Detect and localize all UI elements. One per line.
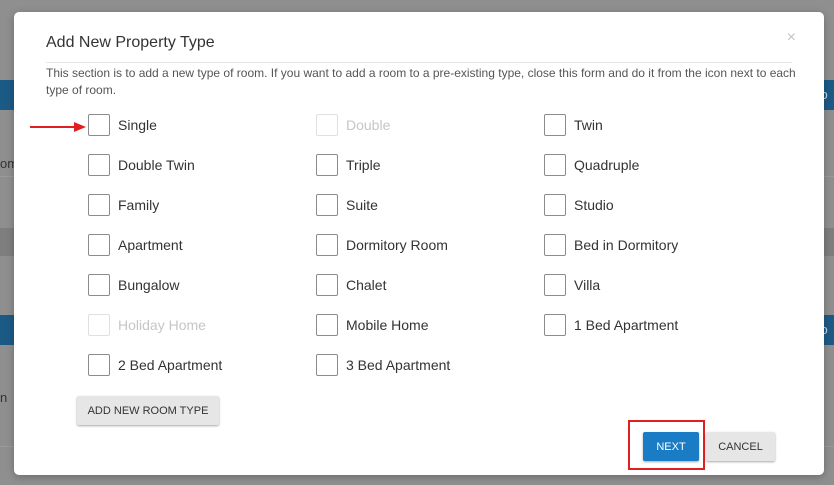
room-type-option-chalet[interactable]: Chalet: [316, 273, 544, 297]
room-type-option-single[interactable]: Single: [88, 113, 316, 137]
checkbox-double-twin[interactable]: [88, 154, 110, 176]
room-type-label: Triple: [346, 157, 381, 173]
room-type-option-bed-in-dormitory[interactable]: Bed in Dormitory: [544, 233, 772, 257]
room-type-label: Bed in Dormitory: [574, 237, 679, 253]
room-type-label: Apartment: [118, 237, 183, 253]
room-type-option-twin[interactable]: Twin: [544, 113, 772, 137]
room-type-label: Bungalow: [118, 277, 180, 293]
checkbox-studio[interactable]: [544, 194, 566, 216]
room-type-option-holiday-home: Holiday Home: [88, 313, 316, 337]
checkbox-apartment[interactable]: [88, 234, 110, 256]
checkbox-bed-in-dormitory[interactable]: [544, 234, 566, 256]
checkbox-dormitory-room[interactable]: [316, 234, 338, 256]
room-type-option-double: Double: [316, 113, 544, 137]
background-text-fragment: n: [0, 390, 8, 405]
modal-title: Add New Property Type: [46, 34, 215, 51]
close-icon[interactable]: ×: [787, 28, 796, 48]
checkbox-1-bed-apartment[interactable]: [544, 314, 566, 336]
background-blue-bar-left: [0, 80, 14, 110]
checkbox-single[interactable]: [88, 114, 110, 136]
room-type-option-family[interactable]: Family: [88, 193, 316, 217]
room-type-option-3-bed-apartment[interactable]: 3 Bed Apartment: [316, 353, 544, 377]
add-new-room-type-button[interactable]: ADD NEW ROOM TYPE: [77, 396, 219, 425]
room-type-label: Dormitory Room: [346, 237, 448, 253]
room-type-label: Chalet: [346, 277, 387, 293]
room-type-option-dormitory-room[interactable]: Dormitory Room: [316, 233, 544, 257]
next-button[interactable]: NEXT: [643, 432, 699, 461]
room-type-label: 3 Bed Apartment: [346, 357, 451, 373]
add-property-type-modal: Add New Property Type × This section is …: [14, 12, 824, 475]
room-type-option-apartment[interactable]: Apartment: [88, 233, 316, 257]
room-type-label: 2 Bed Apartment: [118, 357, 223, 373]
checkbox-family[interactable]: [88, 194, 110, 216]
checkbox-triple[interactable]: [316, 154, 338, 176]
checkbox-holiday-home: [88, 314, 110, 336]
checkbox-2-bed-apartment[interactable]: [88, 354, 110, 376]
background-blue-bar-left: [0, 315, 14, 345]
cancel-button[interactable]: CANCEL: [706, 432, 775, 461]
room-type-option-1-bed-apartment[interactable]: 1 Bed Apartment: [544, 313, 772, 337]
room-type-option-bungalow[interactable]: Bungalow: [88, 273, 316, 297]
checkbox-villa[interactable]: [544, 274, 566, 296]
room-type-grid: Single Double Twin Double Twin Triple Quadrup…: [88, 113, 808, 393]
room-type-option-mobile-home[interactable]: Mobile Home: [316, 313, 544, 337]
checkbox-3-bed-apartment[interactable]: [316, 354, 338, 376]
room-type-option-suite[interactable]: Suite: [316, 193, 544, 217]
checkbox-mobile-home[interactable]: [316, 314, 338, 336]
background-text-fragment: om: [0, 156, 14, 171]
room-type-label: Twin: [574, 117, 603, 133]
room-type-label: Studio: [574, 197, 614, 213]
room-type-label: Single: [118, 117, 157, 133]
checkbox-quadruple[interactable]: [544, 154, 566, 176]
checkbox-suite[interactable]: [316, 194, 338, 216]
room-type-label: Holiday Home: [118, 317, 206, 333]
room-type-option-2-bed-apartment[interactable]: 2 Bed Apartment: [88, 353, 316, 377]
room-type-label: Double: [346, 117, 391, 133]
room-type-label: Villa: [574, 277, 601, 293]
room-type-option-quadruple[interactable]: Quadruple: [544, 153, 772, 177]
header-divider: [46, 62, 792, 63]
checkbox-double: [316, 114, 338, 136]
room-type-label: Quadruple: [574, 157, 640, 173]
checkbox-twin[interactable]: [544, 114, 566, 136]
room-type-label: Mobile Home: [346, 317, 429, 333]
modal-description: This section is to add a new type of roo…: [46, 66, 796, 97]
checkbox-chalet[interactable]: [316, 274, 338, 296]
checkbox-bungalow[interactable]: [88, 274, 110, 296]
room-type-label: Family: [118, 197, 160, 213]
room-type-option-studio[interactable]: Studio: [544, 193, 772, 217]
room-type-option-triple[interactable]: Triple: [316, 153, 544, 177]
room-type-label: 1 Bed Apartment: [574, 317, 679, 333]
room-type-option-double-twin[interactable]: Double Twin: [88, 153, 316, 177]
room-type-label: Double Twin: [118, 157, 195, 173]
room-type-label: Suite: [346, 197, 378, 213]
red-arrow-icon: [30, 122, 86, 132]
room-type-option-villa[interactable]: Villa: [544, 273, 772, 297]
